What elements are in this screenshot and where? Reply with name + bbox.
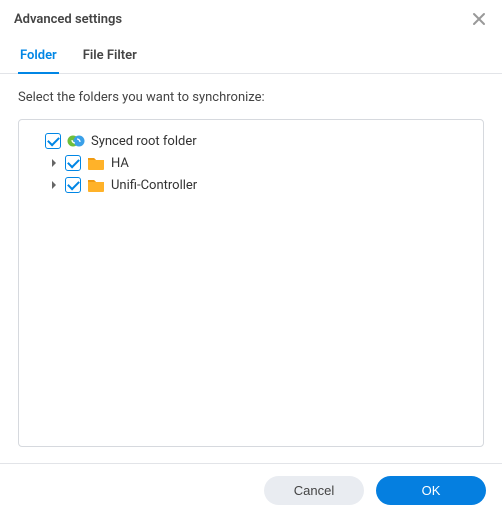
tree-root-label: Synced root folder xyxy=(91,134,197,149)
folder-icon xyxy=(87,155,105,171)
tree-root-item: Synced root folder xyxy=(27,130,475,152)
chevron-right-icon[interactable] xyxy=(49,180,59,190)
expand-spacer xyxy=(29,136,39,146)
instruction-text: Select the folders you want to synchroni… xyxy=(18,90,484,105)
tree-item: Unifi-Controller xyxy=(27,174,475,196)
folder-tree: Synced root folder HA xyxy=(18,119,484,447)
tab-bar: Folder File Filter xyxy=(0,34,502,74)
close-icon[interactable] xyxy=(470,10,488,28)
checkbox-ha[interactable] xyxy=(65,155,81,171)
title-bar: Advanced settings xyxy=(0,0,502,34)
ok-button[interactable]: OK xyxy=(376,476,486,505)
folder-icon xyxy=(87,177,105,193)
tab-folder[interactable]: Folder xyxy=(18,48,59,73)
tree-item: HA xyxy=(27,152,475,174)
advanced-settings-dialog: Advanced settings Folder File Filter Sel… xyxy=(0,0,502,519)
dialog-footer: Cancel OK xyxy=(0,463,502,519)
tree-item-label: HA xyxy=(111,156,129,171)
tab-file-filter[interactable]: File Filter xyxy=(81,48,139,73)
cancel-button[interactable]: Cancel xyxy=(264,476,364,505)
dialog-title: Advanced settings xyxy=(14,12,122,27)
chevron-right-icon[interactable] xyxy=(49,158,59,168)
checkbox-unifi[interactable] xyxy=(65,177,81,193)
tree-item-label: Unifi-Controller xyxy=(111,178,197,193)
checkbox-root[interactable] xyxy=(45,133,61,149)
sync-folder-icon xyxy=(67,133,85,149)
content-area: Select the folders you want to synchroni… xyxy=(0,74,502,463)
